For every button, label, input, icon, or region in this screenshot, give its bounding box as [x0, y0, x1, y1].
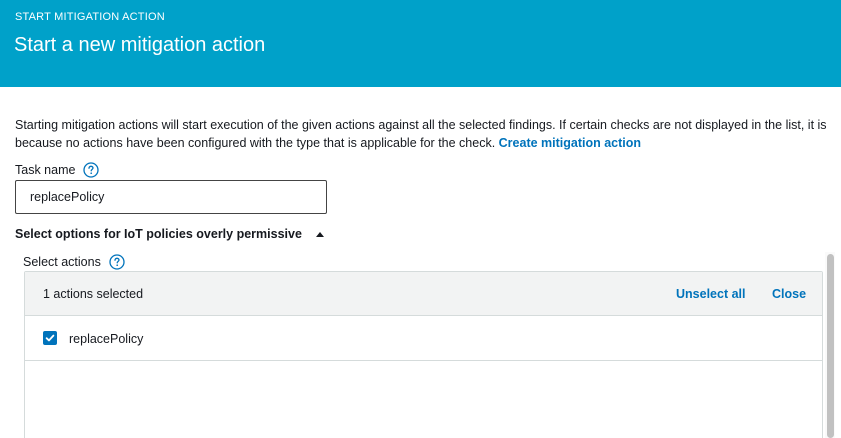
section-title: Select options for IoT policies overly p… [15, 227, 302, 241]
page-header: START MITIGATION ACTION Start a new miti… [0, 0, 841, 87]
help-icon[interactable] [83, 162, 100, 178]
close-button[interactable]: Close [772, 287, 806, 301]
header-eyebrow: START MITIGATION ACTION [15, 11, 165, 23]
option-label: replacePolicy [69, 332, 144, 346]
checkbox-replace-policy[interactable] [43, 331, 57, 345]
select-actions-label-row: Select actions [23, 254, 125, 270]
page-title: Start a new mitigation action [14, 34, 266, 56]
list-item[interactable]: replacePolicy [25, 316, 822, 361]
panel-header: 1 actions selected Unselect all Close [25, 272, 822, 316]
unselect-all-button[interactable]: Unselect all [676, 287, 745, 301]
checkmark-icon [45, 334, 55, 342]
help-icon[interactable] [109, 254, 125, 270]
caret-up-icon [315, 231, 324, 237]
description: Starting mitigation actions will start e… [15, 116, 837, 152]
task-name-label: Task name [15, 163, 76, 177]
select-actions-label: Select actions [23, 255, 101, 269]
selected-count: 1 actions selected [43, 287, 144, 301]
description-text: Starting mitigation actions will start e… [15, 118, 827, 150]
scrollbar-thumb[interactable] [827, 254, 834, 438]
task-name-label-row: Task name [15, 162, 100, 178]
select-actions-panel: 1 actions selected Unselect all Close re… [24, 271, 823, 438]
create-mitigation-action-link[interactable]: Create mitigation action [499, 136, 641, 150]
section-toggle[interactable]: Select options for IoT policies overly p… [15, 227, 324, 241]
task-name-input[interactable] [15, 180, 327, 214]
